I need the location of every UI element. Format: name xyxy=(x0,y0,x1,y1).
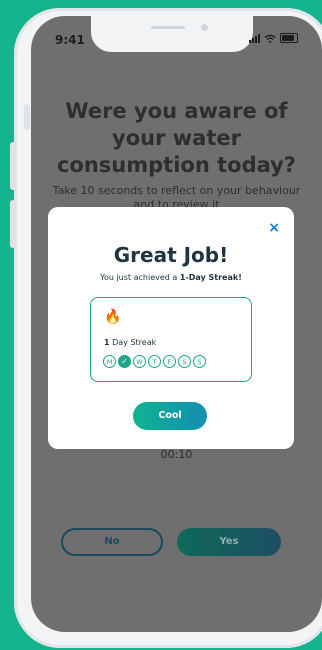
weekday-row: M ✓ W T F S S xyxy=(103,355,206,368)
day-friday: F xyxy=(163,355,176,368)
signal-icon xyxy=(249,33,260,43)
day-wednesday: W xyxy=(133,355,146,368)
day-sunday: S xyxy=(193,355,206,368)
day-tuesday-check-icon: ✓ xyxy=(118,355,131,368)
streak-card: 🔥 1 Day Streak M ✓ W T F S S xyxy=(90,297,252,382)
streak-modal: × Great Job! You just achieved a 1-Day S… xyxy=(48,207,294,449)
status-time: 9:41 xyxy=(55,33,85,47)
battery-icon xyxy=(280,33,298,43)
modal-subtitle: You just achieved a 1-Day Streak! xyxy=(48,273,294,282)
streak-text: Day Streak xyxy=(109,338,157,347)
notch xyxy=(91,16,253,52)
status-icons xyxy=(249,33,298,43)
speaker-grille xyxy=(151,26,185,29)
fire-icon: 🔥 xyxy=(104,309,122,325)
modal-subtitle-prefix: You just achieved a xyxy=(100,273,180,282)
phone-screen: 9:41 Were you aware of your water consum… xyxy=(31,16,322,632)
day-saturday: S xyxy=(178,355,191,368)
camera-dot xyxy=(201,24,208,31)
modal-title: Great Job! xyxy=(113,243,229,267)
close-icon[interactable]: × xyxy=(268,220,280,236)
wifi-icon xyxy=(264,34,276,43)
no-button[interactable]: No xyxy=(61,528,163,556)
streak-label: 1 Day Streak xyxy=(104,338,156,347)
mute-switch xyxy=(24,104,30,130)
cool-button[interactable]: Cool xyxy=(133,402,207,430)
day-monday: M xyxy=(103,355,116,368)
volume-down-button xyxy=(10,200,16,248)
question-heading: Were you aware of your water consumption… xyxy=(56,99,296,177)
day-thursday: T xyxy=(148,355,161,368)
yes-button[interactable]: Yes xyxy=(177,528,281,556)
volume-up-button xyxy=(10,142,16,190)
modal-subtitle-streak: 1-Day Streak! xyxy=(179,273,242,282)
countdown-timer: 00:10 xyxy=(160,448,193,461)
